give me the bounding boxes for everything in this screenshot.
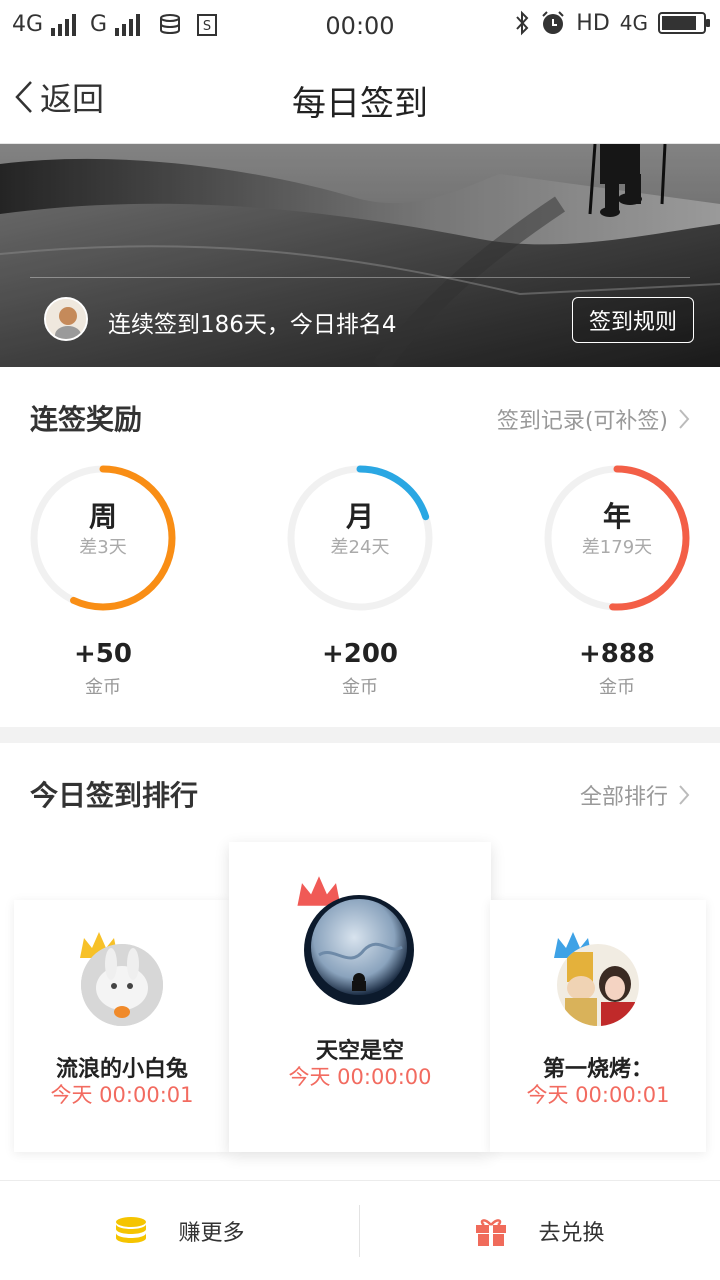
- rank-card-second[interactable]: 流浪的小白兔 今天 00:00:01: [14, 900, 230, 1152]
- streak-rewards-title: 连签奖励: [30, 403, 143, 436]
- hero-divider: [30, 277, 690, 278]
- ranker-time: 今天 00:00:01: [50, 1083, 194, 1107]
- all-ranking-label: 全部排行: [579, 785, 668, 810]
- year-label: 年: [602, 500, 631, 533]
- bottom-action-bar: 赚更多 去兑换: [0, 1180, 720, 1280]
- week-streak-ring: 周 差3天: [28, 463, 178, 613]
- back-button[interactable]: 返回: [14, 74, 104, 120]
- earn-more-button[interactable]: 赚更多: [0, 1181, 359, 1280]
- year-remaining: 差179天: [581, 537, 653, 558]
- coins-icon: [116, 1217, 147, 1243]
- section-divider: [0, 727, 720, 743]
- month-reward-unit: 金币: [342, 677, 378, 698]
- ranker-time: 今天 00:00:00: [288, 1065, 432, 1089]
- week-reward-unit: 金币: [85, 677, 121, 698]
- month-label: 月: [345, 500, 374, 533]
- user-avatar[interactable]: [44, 297, 88, 341]
- year-reward-unit: 金币: [599, 677, 635, 698]
- rank-card-third[interactable]: 第一烧烤： 今天 00:00:01: [490, 900, 706, 1152]
- week-reward: +50 金币: [28, 639, 178, 699]
- ranker-avatar: [81, 944, 163, 1026]
- chevron-right-icon: [679, 409, 690, 429]
- network-type-label-3: 4G: [619, 11, 648, 35]
- year-reward: +888 金币: [542, 639, 692, 699]
- year-reward-amount: +888: [578, 639, 656, 669]
- month-remaining: 差24天: [330, 537, 390, 558]
- sign-in-record-label: 签到记录(可补签): [496, 409, 668, 434]
- sign-in-rules-button[interactable]: 签到规则: [572, 297, 694, 343]
- month-reward-amount: +200: [321, 639, 399, 669]
- hd-label: HD: [576, 10, 610, 36]
- ranker-avatar: [304, 895, 414, 1005]
- year-streak-ring: 年 差179天: [542, 463, 692, 613]
- redeem-label: 去兑换: [538, 1221, 605, 1246]
- alarm-icon: [542, 11, 564, 34]
- status-bar: 4G G S 00:00 HD 4G: [0, 0, 720, 50]
- navigation-bar: 返回 每日签到: [0, 50, 720, 144]
- ranker-avatar: [557, 944, 639, 1026]
- gift-icon: [476, 1219, 507, 1246]
- battery-icon: [658, 12, 710, 34]
- back-label: 返回: [40, 80, 105, 118]
- sign-in-streak-text: 连续签到186天，今日排名4: [108, 312, 397, 338]
- status-right: HD 4G: [514, 10, 710, 36]
- daily-ranking-title: 今日签到排行: [30, 779, 199, 812]
- month-streak-ring: 月 差24天: [285, 463, 435, 613]
- sign-in-screen: 4G G S 00:00 HD 4G 返回 每日签到 连续签到186天，今日排名…: [0, 0, 720, 1280]
- page-title: 每日签到: [292, 84, 428, 124]
- all-ranking-link[interactable]: 全部排行: [580, 779, 690, 811]
- week-reward-amount: +50: [74, 639, 132, 669]
- rank-card-first[interactable]: 天空是空 今天 00:00:00: [229, 842, 491, 1152]
- week-label: 周: [88, 500, 117, 533]
- sign-in-record-link[interactable]: 签到记录(可补签): [497, 403, 690, 435]
- chevron-right-icon: [679, 785, 690, 805]
- week-remaining: 差3天: [79, 537, 127, 558]
- hero-banner: 连续签到186天，今日排名4 签到规则: [0, 144, 720, 367]
- redeem-button[interactable]: 去兑换: [360, 1181, 719, 1280]
- bluetooth-icon: [516, 10, 529, 36]
- ranker-time: 今天 00:00:01: [526, 1083, 670, 1107]
- earn-more-label: 赚更多: [178, 1221, 245, 1246]
- chevron-left-icon: [15, 81, 32, 113]
- month-reward: +200 金币: [285, 639, 435, 699]
